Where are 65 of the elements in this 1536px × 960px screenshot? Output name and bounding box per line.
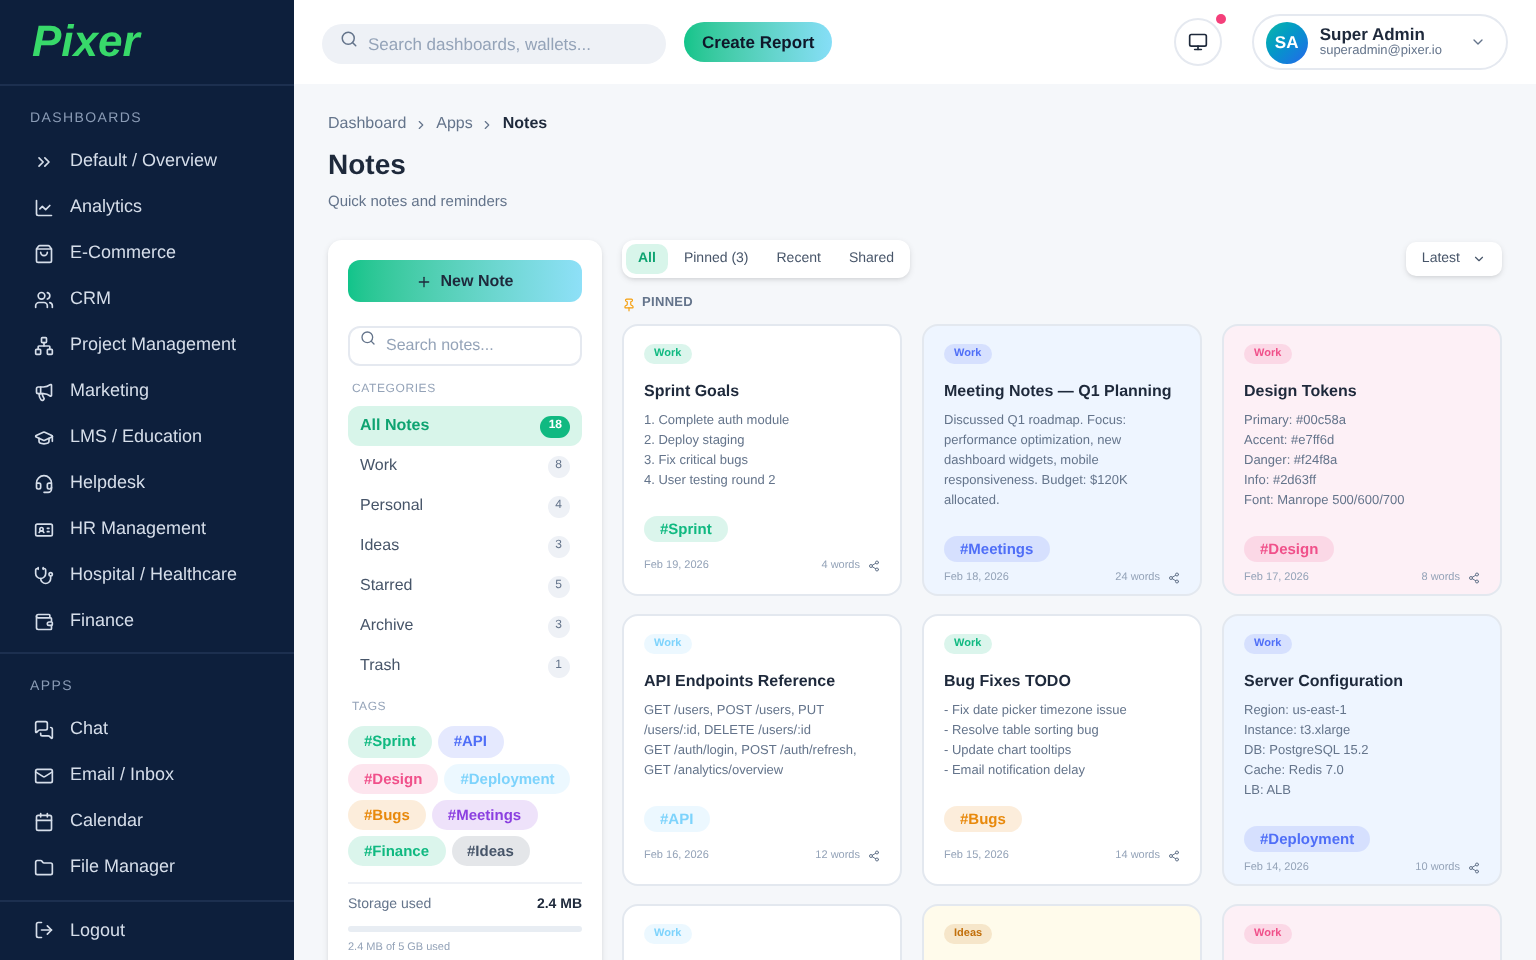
breadcrumb-item[interactable]: Apps	[436, 112, 473, 136]
folder-icon	[34, 858, 54, 879]
nav-item[interactable]: Email / Inbox	[0, 753, 294, 800]
id-card-icon	[34, 519, 54, 540]
note-title: Design Tokens	[1244, 380, 1357, 405]
plus-icon	[416, 273, 433, 290]
search-icon	[340, 29, 358, 47]
nav-item[interactable]: Hospital / Healthcare	[0, 552, 294, 599]
share-icon[interactable]	[868, 559, 880, 572]
nav-item[interactable]: Analytics	[0, 184, 294, 231]
share-icon[interactable]	[1168, 849, 1180, 862]
logout-icon	[34, 920, 54, 941]
nav-item[interactable]: Default / Overview	[0, 138, 294, 185]
nav-item[interactable]: LMS / Education	[0, 414, 294, 461]
note-title: Meeting Notes — Q1 Planning	[944, 380, 1172, 405]
page-title: Notes	[328, 146, 408, 184]
logo[interactable]: Pixer	[32, 8, 140, 75]
graduation-cap-icon	[34, 427, 54, 448]
nav-item[interactable]: Marketing	[0, 368, 294, 415]
nav-item[interactable]: HR Management	[0, 506, 294, 553]
user-name: Super Admin	[1319, 23, 1427, 44]
shopping-bag-icon	[34, 243, 54, 264]
share-icon[interactable]	[1168, 572, 1180, 585]
stethoscope-icon	[34, 565, 54, 586]
nav-item[interactable]: CRM	[0, 276, 294, 323]
notification-button[interactable]	[1173, 18, 1222, 66]
create-report-button[interactable]: Create Report	[684, 22, 833, 62]
nav-item[interactable]: File Manager	[0, 845, 294, 892]
nav-item[interactable]: Finance	[0, 598, 294, 645]
search-icon	[360, 330, 376, 347]
logout-item[interactable]: Logout	[0, 899, 294, 960]
share-icon[interactable]	[868, 849, 880, 862]
new-note-button[interactable]: New Note	[348, 260, 582, 303]
nav-item[interactable]: Helpdesk	[0, 460, 294, 507]
headset-icon	[34, 473, 54, 494]
chevron-down-icon	[1472, 252, 1486, 267]
breadcrumb-item[interactable]: Dashboard	[328, 112, 407, 136]
note-title: Server Configuration	[1244, 670, 1404, 695]
share-icon[interactable]	[1468, 572, 1480, 585]
chevron-right-icon	[414, 117, 429, 131]
chevron-down-icon	[1470, 34, 1486, 50]
share-icon[interactable]	[1468, 862, 1480, 875]
users-icon	[34, 289, 54, 310]
nav-item[interactable]: Calendar	[0, 799, 294, 846]
search-notes-field[interactable]: Search notes...	[348, 325, 582, 366]
line-chart-icon	[34, 197, 54, 218]
chevron-right-icon	[480, 117, 495, 131]
chevrons-icon	[34, 151, 54, 172]
note-title: Bug Fixes TODO	[944, 670, 1071, 695]
breadcrumb-item: Notes	[502, 112, 548, 136]
note-title: API Endpoints Reference	[644, 670, 836, 695]
monitor-icon	[1187, 32, 1208, 52]
note-title: Sprint Goals	[644, 380, 740, 405]
nav-item[interactable]: E-Commerce	[0, 230, 294, 277]
pin-icon	[622, 297, 636, 312]
wallet-icon	[34, 611, 54, 632]
mail-icon	[34, 766, 54, 787]
megaphone-icon	[34, 381, 54, 402]
user-avatar: SA	[1265, 21, 1308, 63]
calendar-icon	[34, 812, 54, 833]
search-field[interactable]: Search dashboards, wallets...	[322, 24, 666, 64]
chat-icon	[34, 720, 54, 741]
nav-item[interactable]: Project Management	[0, 322, 294, 369]
network-icon	[34, 335, 54, 356]
nav-item[interactable]: Chat	[0, 707, 294, 754]
